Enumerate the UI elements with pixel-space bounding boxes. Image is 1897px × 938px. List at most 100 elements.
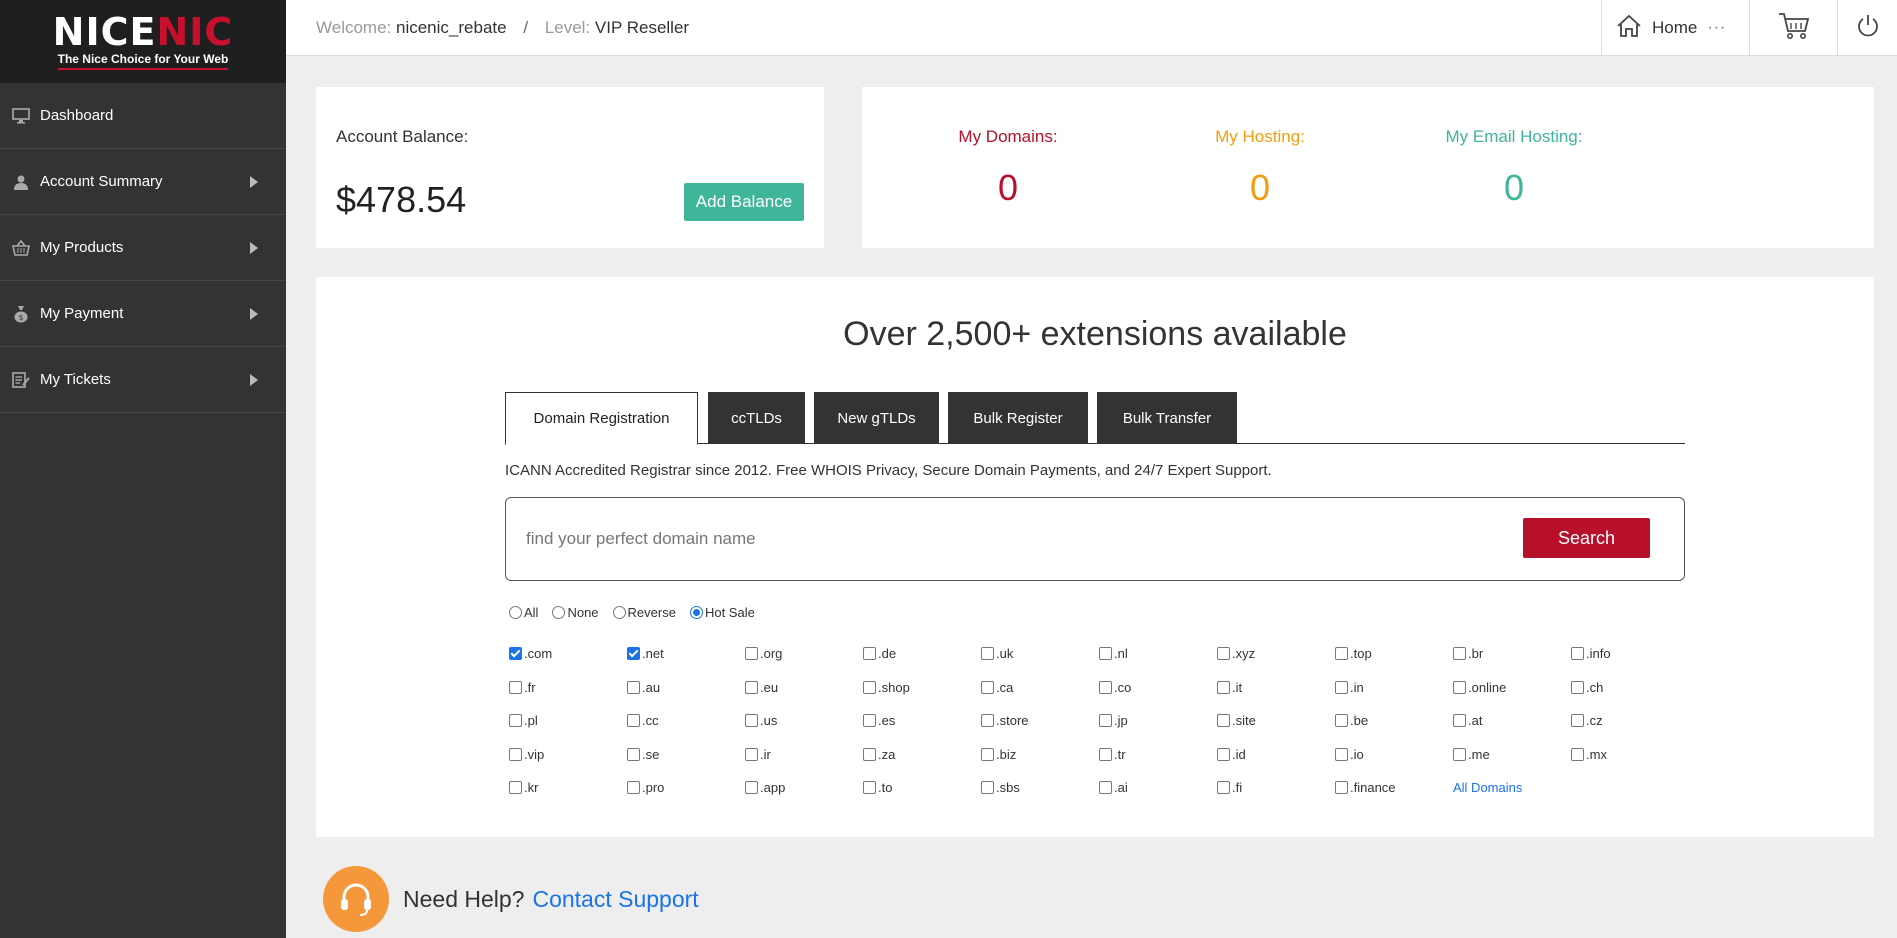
tld-option[interactable]: .shop [863,680,910,695]
tld-option[interactable]: .sbs [981,780,1020,795]
tld-option[interactable]: .fr [509,680,536,695]
sidebar-item-my-payment[interactable]: $ My Payment [0,281,286,347]
checkbox-icon [981,647,994,660]
tld-option[interactable]: .tr [1099,747,1126,762]
sidebar-item-dashboard[interactable]: Dashboard [0,83,286,149]
filter-reverse[interactable]: Reverse [612,605,676,620]
sidebar-item-my-products[interactable]: My Products [0,215,286,281]
tld-option[interactable]: .pl [509,713,538,728]
tab-domain-registration[interactable]: Domain Registration [505,392,698,445]
tld-label: .se [642,746,660,762]
filter-hot-sale[interactable]: Hot Sale [689,605,755,620]
logo[interactable]: NICENIC The Nice Choice for Your Web [0,0,286,83]
checkbox-icon [981,714,994,728]
tld-label: .top [1350,646,1372,661]
tld-label: .sbs [996,780,1020,796]
tld-option[interactable]: .cz [1571,713,1603,728]
checkbox-icon [627,680,640,694]
tld-option[interactable]: .online [1453,680,1506,695]
tld-option[interactable]: .org [745,646,782,661]
stat-value: 0 [1249,167,1271,208]
tld-option[interactable]: .biz [981,747,1016,762]
tld-label: .xyz [1232,646,1256,661]
sidebar-item-account-summary[interactable]: Account Summary [0,149,286,215]
tld-option[interactable]: .id [1217,747,1246,762]
tld-option[interactable]: .us [745,713,777,728]
tld-option[interactable]: .es [863,713,895,728]
stat-my-domains[interactable]: My Domains: 0 [898,127,1118,209]
filter-all[interactable]: All [509,605,538,620]
tld-option[interactable]: .xyz [1217,646,1255,661]
tld-option[interactable]: .to [863,780,892,795]
domain-search-panel: Over 2,500+ extensions available Domain … [316,277,1874,837]
contact-support-link[interactable]: Contact Support [532,886,698,913]
tld-option[interactable]: .net [627,646,664,661]
checkbox-icon [1571,747,1584,761]
logout-button[interactable] [1837,0,1897,56]
tld-option[interactable]: .br [1453,646,1483,661]
tld-option[interactable]: .eu [745,680,778,695]
headset-icon [323,866,389,932]
tab-new-gtlds[interactable]: New gTLDs [814,392,939,444]
cart-button[interactable] [1749,0,1837,56]
tld-option[interactable]: .ca [981,680,1013,695]
tld-option[interactable]: .ir [745,747,771,762]
stat-my-hosting[interactable]: My Hosting: 0 [1150,127,1370,209]
tld-option[interactable]: .site [1217,713,1256,728]
tld-option[interactable]: .pro [627,780,664,795]
ticket-edit-icon [12,371,30,389]
tld-option[interactable]: .jp [1099,713,1128,728]
tld-option[interactable]: .in [1335,680,1364,695]
checkbox-icon [745,781,758,795]
tld-label: .eu [760,679,779,695]
home-link[interactable]: Home ··· [1601,0,1749,56]
checkbox-icon [1099,747,1112,761]
tld-option[interactable]: .de [863,646,896,661]
tld-option[interactable]: .ch [1571,680,1603,695]
tld-option[interactable]: .finance [1335,780,1396,795]
add-balance-button[interactable]: Add Balance [684,183,804,221]
tab-cctlds[interactable]: ccTLDs [708,392,805,444]
tld-option[interactable]: .com [509,646,552,661]
tld-option[interactable]: .se [627,747,659,762]
filter-none[interactable]: None [552,605,599,620]
tld-option[interactable]: .au [627,680,660,695]
tld-option[interactable]: .app [745,780,785,795]
tld-option[interactable]: .me [1453,747,1490,762]
more-icon[interactable]: ··· [1707,19,1726,37]
tld-option[interactable]: .za [863,747,895,762]
tld-label: .be [1350,713,1369,729]
tld-option[interactable]: .ai [1099,780,1128,795]
checkbox-icon [509,714,522,728]
checkbox-icon [1335,647,1348,660]
tld-option[interactable]: .uk [981,646,1013,661]
tld-option[interactable]: .cc [627,713,659,728]
tld-label: .au [642,679,661,695]
all-domains-link[interactable]: All Domains [1453,780,1522,795]
tld-label: .fi [1232,780,1243,796]
checkbox-icon [1335,747,1348,761]
tld-option[interactable]: .top [1335,646,1372,661]
tld-option[interactable]: .io [1335,747,1364,762]
tab-bulk-transfer[interactable]: Bulk Transfer [1097,392,1237,444]
sidebar-item-my-tickets[interactable]: My Tickets [0,347,286,413]
tld-option[interactable]: .store [981,713,1029,728]
tld-option[interactable]: .it [1217,680,1242,695]
stat-my-email-hosting[interactable]: My Email Hosting: 0 [1404,127,1624,209]
tld-option[interactable]: .vip [509,747,544,762]
tld-option[interactable]: .co [1099,680,1131,695]
tld-option[interactable]: .be [1335,713,1368,728]
tld-option[interactable]: .kr [509,780,538,795]
tld-option[interactable]: .nl [1099,646,1128,661]
tld-option[interactable]: .at [1453,713,1482,728]
search-input[interactable] [526,524,1476,554]
tld-option[interactable]: .info [1571,646,1611,661]
checkbox-checked-icon [509,647,522,660]
tld-option[interactable]: .fi [1217,780,1242,795]
search-headline: Over 2,500+ extensions available [843,315,1347,353]
search-button[interactable]: Search [1523,518,1650,558]
tld-option[interactable]: .mx [1571,747,1607,762]
checkbox-icon [1335,680,1348,694]
tab-bulk-register[interactable]: Bulk Register [948,392,1088,444]
checkbox-icon [1217,714,1230,728]
